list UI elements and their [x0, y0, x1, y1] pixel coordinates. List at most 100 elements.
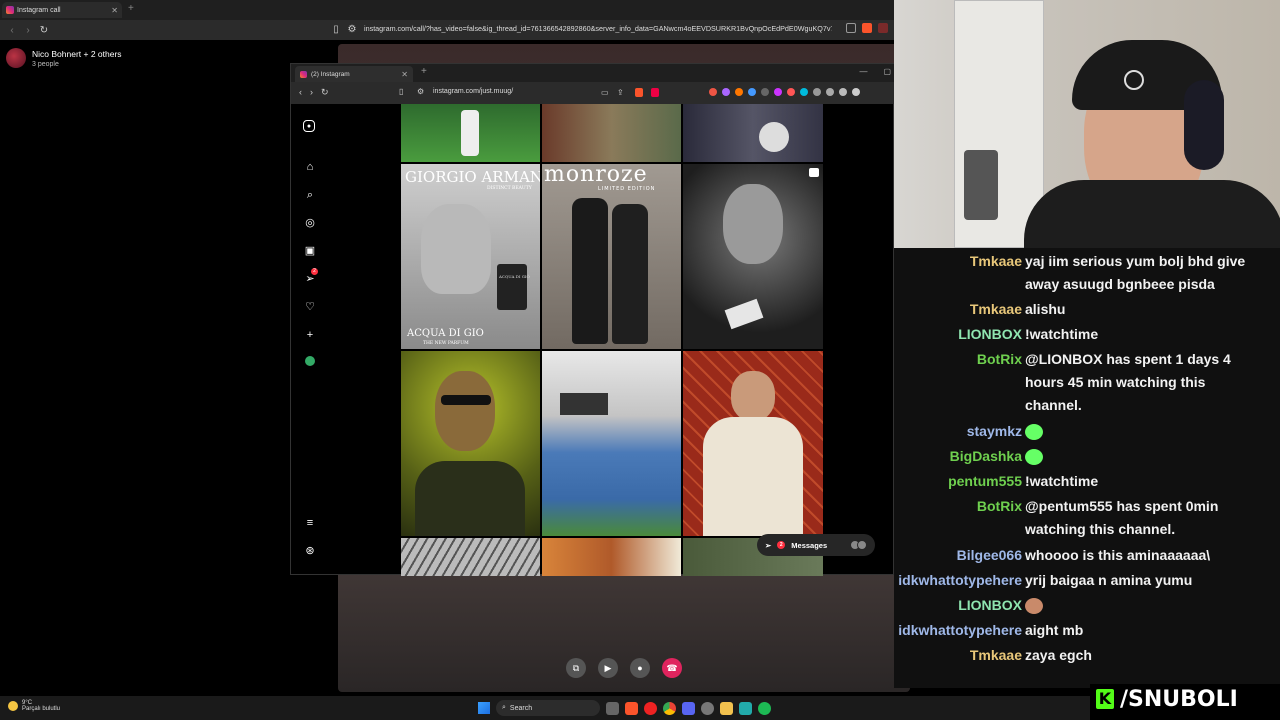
app-icon[interactable] — [739, 701, 752, 715]
post-thumbnail[interactable] — [683, 351, 823, 536]
extension-icon[interactable] — [787, 88, 795, 96]
post-overlay-text: ACQUA DI GIO — [407, 328, 484, 339]
clock-icon[interactable] — [701, 701, 714, 715]
chat-message: !watchtime — [1025, 326, 1099, 342]
chat-username[interactable]: LIONBOX — [894, 323, 1022, 346]
share-icon[interactable] — [846, 23, 856, 33]
extensions-bar — [709, 88, 860, 96]
weather-widget[interactable]: 9°C Parçalı bulutlu — [8, 700, 60, 712]
post-thumbnail[interactable] — [542, 538, 681, 576]
messages-button[interactable]: ➢ 2 Messages — [757, 534, 875, 556]
call-controls: ⧉ ▶ ● ☎ — [566, 658, 682, 678]
forward-icon[interactable]: › — [20, 25, 36, 36]
post-thumbnail[interactable] — [542, 351, 681, 536]
cast-icon[interactable]: ▭ — [601, 88, 609, 97]
reload-icon[interactable]: ↻ — [36, 25, 52, 36]
file-explorer-icon[interactable] — [720, 701, 733, 715]
brave-rewards-icon[interactable] — [651, 88, 659, 97]
post-thumbnail[interactable]: GIORGIO ARMANI DISTINCT BEAUTY ACQUA DI … — [401, 164, 540, 349]
post-thumbnail[interactable] — [683, 164, 823, 349]
profile-avatar[interactable] — [305, 356, 315, 366]
camera-off-button[interactable]: ▶ — [598, 658, 618, 678]
bookmark-icon[interactable]: ▯ — [399, 87, 403, 96]
maximize-icon[interactable]: ▢ — [883, 67, 891, 76]
post-thumbnail[interactable] — [401, 104, 540, 162]
new-tab-button[interactable]: + — [421, 66, 427, 77]
home-icon[interactable]: ⌂ — [303, 160, 317, 174]
notification-badge: 2 — [311, 268, 318, 275]
share-icon[interactable]: ⇪ — [617, 88, 624, 97]
post-overlay-text: monroze — [544, 164, 648, 187]
site-info-icon[interactable]: ⚙ — [344, 24, 360, 35]
post-overlay-text: LIMITED EDITION — [598, 186, 656, 192]
extension-icon[interactable] — [709, 88, 717, 96]
brave-rewards-icon[interactable] — [878, 23, 888, 33]
tab-instagram[interactable]: (2) Instagram ✕ — [295, 66, 413, 82]
extension-icon[interactable] — [800, 88, 808, 96]
explore-icon[interactable]: ◎ — [303, 216, 317, 230]
tab-title: Instagram call — [17, 6, 61, 14]
extension-icon[interactable] — [722, 88, 730, 96]
discord-icon[interactable] — [682, 701, 695, 715]
chat-username[interactable]: BotRix — [894, 495, 1022, 518]
microphone-button[interactable]: ● — [630, 658, 650, 678]
threads-icon[interactable]: ⊛ — [303, 544, 317, 558]
post-thumbnail[interactable] — [401, 351, 540, 536]
reels-icon[interactable]: ▣ — [303, 244, 317, 258]
task-view-icon[interactable] — [606, 701, 619, 715]
site-info-icon[interactable]: ⚙ — [417, 87, 424, 96]
close-icon[interactable]: ✕ — [401, 70, 408, 79]
extension-icon[interactable] — [774, 88, 782, 96]
chrome-icon[interactable] — [663, 701, 676, 715]
back-icon[interactable]: ‹ — [299, 87, 302, 98]
brave-browser-icon[interactable] — [625, 701, 638, 715]
new-tab-button[interactable]: + — [128, 3, 134, 14]
reload-icon[interactable]: ↻ — [321, 87, 329, 98]
bookmark-icon[interactable]: ▯ — [328, 24, 344, 35]
outer-tab-strip: Instagram call ✕ + — [0, 0, 894, 20]
chat-username[interactable]: Tmkaae — [894, 298, 1022, 321]
screen-share-button[interactable]: ⧉ — [566, 658, 586, 678]
heart-icon[interactable]: ♡ — [303, 300, 317, 314]
chat-username[interactable]: idkwhattotypehere — [894, 569, 1022, 592]
chat-username[interactable]: staymkz — [894, 420, 1022, 443]
start-button[interactable] — [478, 702, 490, 714]
post-thumbnail[interactable] — [401, 538, 540, 576]
tab-instagram-call[interactable]: Instagram call ✕ — [2, 2, 122, 18]
extension-icon[interactable] — [852, 88, 860, 96]
opera-icon[interactable] — [644, 701, 657, 715]
extension-icon[interactable] — [735, 88, 743, 96]
minimize-icon[interactable]: — — [859, 67, 867, 76]
back-icon[interactable]: ‹ — [4, 25, 20, 36]
extension-icon[interactable] — [839, 88, 847, 96]
instagram-logo-icon[interactable]: ● — [303, 120, 315, 132]
extension-icon[interactable] — [813, 88, 821, 96]
create-icon[interactable]: + — [303, 328, 317, 342]
menu-icon[interactable]: ≡ — [303, 516, 317, 530]
chat-username[interactable]: idkwhattotypehere — [894, 619, 1022, 642]
brave-shield-icon[interactable] — [862, 23, 872, 33]
address-bar[interactable]: instagram.com/just.muug/ — [433, 88, 513, 95]
brave-shield-icon[interactable] — [635, 88, 643, 97]
chat-username[interactable]: BotRix — [894, 348, 1022, 371]
chat-username[interactable]: Tmkaae — [894, 250, 1022, 273]
close-icon[interactable]: ✕ — [111, 6, 118, 15]
taskbar-search[interactable]: ⌕ Search — [496, 700, 600, 716]
forward-icon[interactable]: › — [310, 87, 313, 98]
address-bar[interactable]: instagram.com/call/?has_video=false&ig_t… — [364, 24, 832, 33]
chat-username[interactable]: Tmkaae — [894, 644, 1022, 667]
spotify-icon[interactable] — [758, 701, 771, 715]
extension-icon[interactable] — [761, 88, 769, 96]
chat-username[interactable]: BigDashka — [894, 445, 1022, 468]
extension-icon[interactable] — [826, 88, 834, 96]
post-thumbnail[interactable]: monroze LIMITED EDITION — [542, 164, 681, 349]
search-icon[interactable]: ⌕ — [303, 188, 317, 202]
chat-username[interactable]: pentum555 — [894, 470, 1022, 493]
chat-username[interactable]: LIONBOX — [894, 594, 1022, 617]
extension-icon[interactable] — [748, 88, 756, 96]
end-call-button[interactable]: ☎ — [662, 658, 682, 678]
post-thumbnail[interactable] — [683, 104, 823, 162]
post-thumbnail[interactable] — [542, 104, 681, 162]
call-title: Nico Bohnert + 2 others — [32, 48, 122, 59]
chat-username[interactable]: Bilgee066 — [894, 544, 1022, 567]
